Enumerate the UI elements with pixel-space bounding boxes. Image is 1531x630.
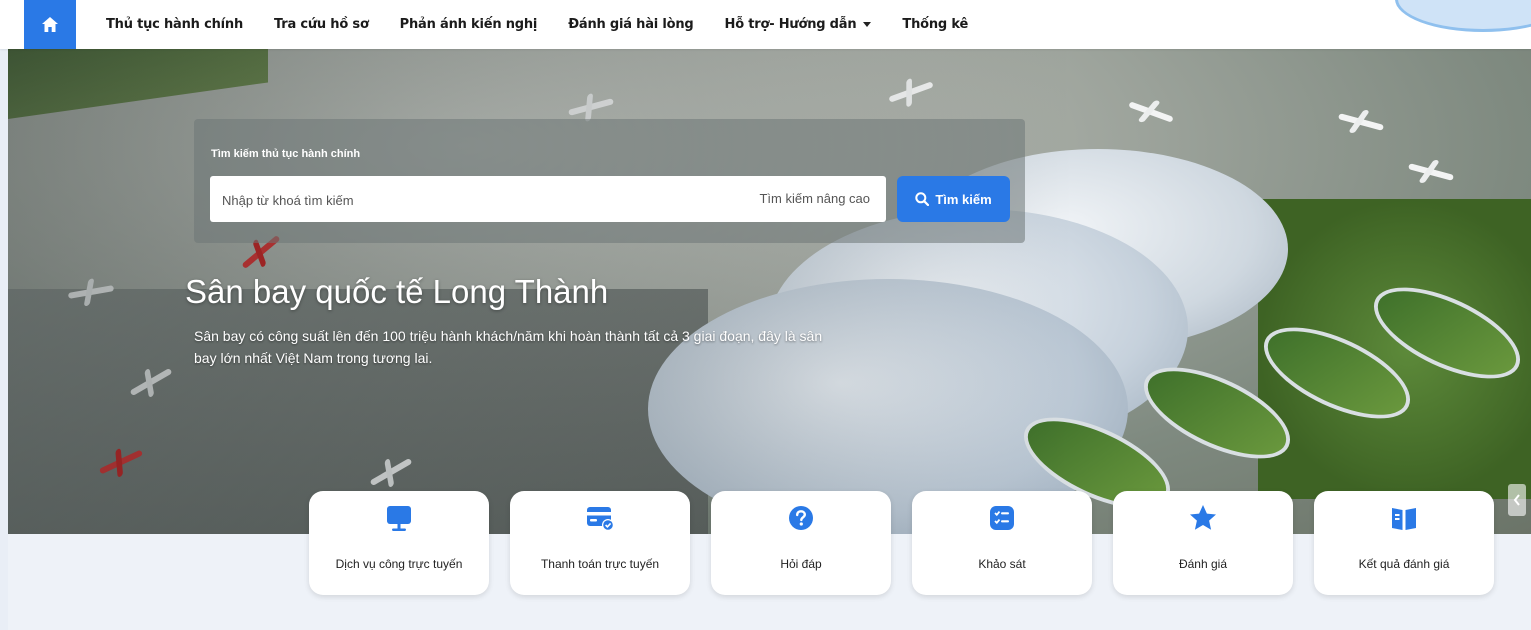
- service-card-label: Kết quả đánh giá: [1358, 557, 1450, 571]
- nav-item-label: Hỗ trợ- Hướng dẫn: [724, 17, 857, 32]
- service-card-label: Khảo sát: [978, 557, 1026, 571]
- nav-item-thong-ke[interactable]: Thống kê: [902, 17, 968, 32]
- search-panel: Tìm kiếm thủ tục hành chính Tìm kiếm nân…: [194, 119, 1025, 243]
- chevron-down-icon: [863, 22, 872, 27]
- nav-item-danh-gia-hai-long[interactable]: Đánh giá hài lòng: [568, 17, 694, 32]
- search-icon: [915, 192, 930, 206]
- search-button[interactable]: Tìm kiếm: [897, 176, 1010, 222]
- hero-title: Sân bay quốc tế Long Thành: [185, 273, 609, 310]
- home-icon: [42, 17, 58, 32]
- service-card-label: Hỏi đáp: [780, 557, 822, 571]
- advanced-search-link[interactable]: Tìm kiếm nâng cao: [759, 191, 870, 206]
- checklist-icon: [987, 503, 1017, 533]
- nav-item-phan-anh-kien-nghi[interactable]: Phản ánh kiến nghị: [400, 17, 538, 32]
- search-input[interactable]: [220, 176, 744, 224]
- question-icon: [786, 503, 816, 533]
- top-nav: Thủ tục hành chính Tra cứu hồ sơ Phản án…: [0, 0, 1531, 49]
- service-card-hoi-dap[interactable]: Hỏi đáp: [711, 491, 891, 595]
- service-card-khao-sat[interactable]: Khảo sát: [912, 491, 1092, 595]
- hero-description: Sân bay có công suất lên đến 100 triệu h…: [194, 328, 823, 366]
- service-card-label: Dịch vụ công trực tuyến: [335, 557, 463, 571]
- nav-menu: Thủ tục hành chính Tra cứu hồ sơ Phản án…: [106, 0, 999, 49]
- service-card-label: Thanh toán trực tuyến: [540, 557, 660, 571]
- nav-item-thu-tuc-hanh-chinh[interactable]: Thủ tục hành chính: [106, 17, 243, 32]
- service-card-ket-qua-danh-gia[interactable]: Kết quả đánh giá: [1314, 491, 1494, 595]
- monitor-icon: [384, 503, 414, 533]
- nav-item-ho-tro-huong-dan[interactable]: Hỗ trợ- Hướng dẫn: [725, 17, 872, 32]
- book-icon: [1389, 503, 1419, 533]
- nav-item-label: Thủ tục hành chính: [106, 17, 243, 32]
- payment-card-icon: [585, 503, 615, 533]
- star-icon: [1188, 503, 1218, 533]
- service-cards: Dịch vụ công trực tuyến Thanh toán trực …: [309, 491, 1515, 595]
- service-card-dich-vu-cong[interactable]: Dịch vụ công trực tuyến: [309, 491, 489, 595]
- nav-item-label: Tra cứu hồ sơ: [274, 17, 369, 32]
- nav-item-label: Phản ánh kiến nghị: [399, 17, 538, 32]
- service-card-thanh-toan[interactable]: Thanh toán trực tuyến: [510, 491, 690, 595]
- nav-item-tra-cuu-ho-so[interactable]: Tra cứu hồ sơ: [274, 17, 369, 32]
- nav-item-label: Thống kê: [902, 17, 969, 32]
- nav-item-label: Đánh giá hài lòng: [568, 17, 694, 32]
- search-button-label: Tìm kiếm: [935, 191, 992, 207]
- service-card-danh-gia[interactable]: Đánh giá: [1113, 491, 1293, 595]
- search-box: Tìm kiếm nâng cao: [210, 176, 886, 224]
- search-title: Tìm kiếm thủ tục hành chính: [211, 148, 361, 160]
- service-card-label: Đánh giá: [1178, 557, 1228, 571]
- nav-home-button[interactable]: [24, 0, 76, 49]
